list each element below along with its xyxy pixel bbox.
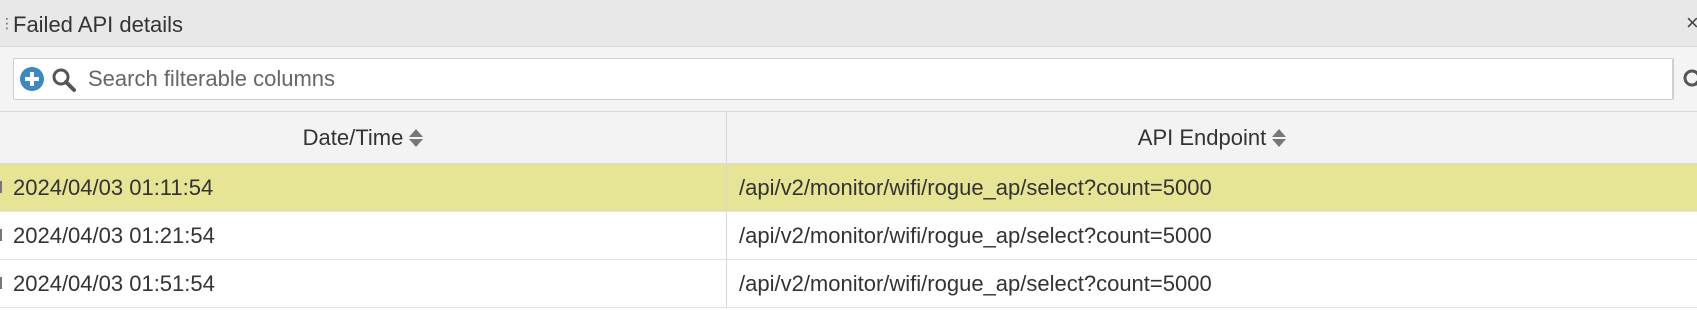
add-filter-icon[interactable] (20, 67, 44, 91)
sort-icon[interactable] (409, 128, 424, 148)
column-header-label: Date/Time (302, 125, 404, 150)
table-row[interactable]: 2024/04/03 01:51:54 /api/v2/monitor/wifi… (0, 260, 1697, 308)
search-divider (1673, 58, 1674, 100)
search-input[interactable] (82, 59, 1662, 99)
datetime-cell: 2024/04/03 01:51:54 (0, 260, 727, 307)
column-header-datetime[interactable]: Date/Time (0, 112, 727, 164)
sort-icon[interactable] (1272, 128, 1287, 148)
table-header-row: Date/Time API Endpoint (0, 112, 1697, 164)
failed-api-table: Date/Time API Endpoint 2024/04/03 01:11:… (0, 112, 1697, 310)
search-icon (52, 68, 76, 92)
search-button-icon[interactable] (1682, 68, 1697, 94)
filter-toolbar (0, 47, 1697, 112)
table-row[interactable]: 2024/04/03 01:11:54 /api/v2/monitor/wifi… (0, 164, 1697, 212)
panel-titlebar: ⋮ Failed API details × (0, 0, 1697, 47)
panel-title: Failed API details (13, 12, 183, 37)
column-header-api-endpoint[interactable]: API Endpoint (727, 112, 1697, 164)
datetime-cell: 2024/04/03 01:21:54 (0, 212, 727, 259)
endpoint-cell: /api/v2/monitor/wifi/rogue_ap/select?cou… (739, 174, 1212, 200)
failed-api-details-panel: ⋮ Failed API details × Date/Time API End… (0, 0, 1697, 310)
resize-handle-icon[interactable]: ⋮ (0, 14, 14, 32)
column-header-label: API Endpoint (1137, 125, 1267, 150)
table-row[interactable]: 2024/04/03 01:21:54 /api/v2/monitor/wifi… (0, 212, 1697, 260)
close-icon[interactable]: × (1686, 12, 1697, 34)
endpoint-cell: /api/v2/monitor/wifi/rogue_ap/select?cou… (739, 270, 1212, 296)
datetime-cell: 2024/04/03 01:11:54 (0, 164, 727, 211)
endpoint-cell: /api/v2/monitor/wifi/rogue_ap/select?cou… (739, 222, 1212, 248)
search-box[interactable] (13, 58, 1673, 100)
